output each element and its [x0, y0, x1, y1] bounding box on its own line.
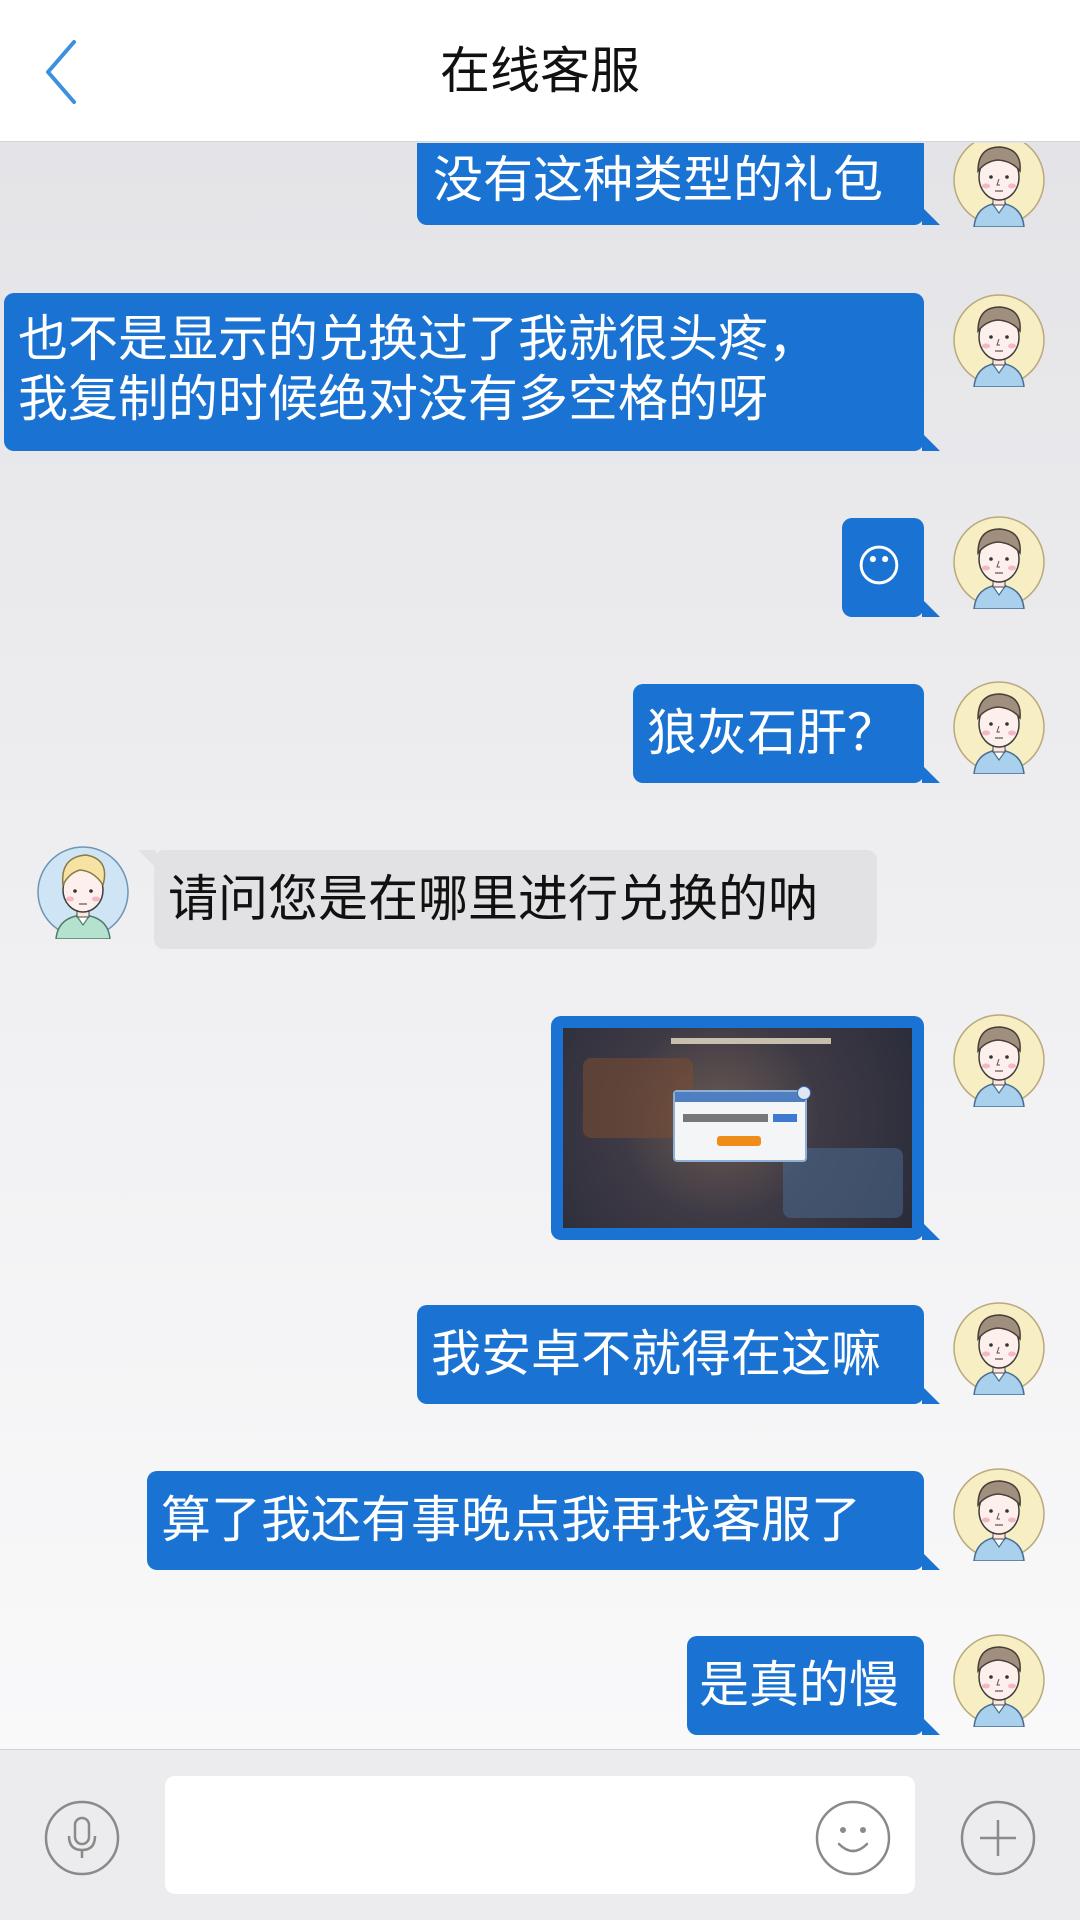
- microphone-icon: [44, 1800, 120, 1876]
- message-bubble-outgoing[interactable]: 狼灰石肝？: [633, 684, 940, 783]
- message-text-line: 我复制的时候绝对没有多空格的呀: [18, 370, 768, 428]
- plus-icon: [960, 1800, 1036, 1876]
- user-avatar[interactable]: [952, 1633, 1046, 1727]
- user-avatar[interactable]: [952, 515, 1046, 609]
- message-text: 请问您是在哪里进行兑换的呐: [168, 870, 818, 928]
- chat-screen: 在线客服 没有这种类型的礼包 也不是显示的兑换过了我就很头疼， 我复制的时候绝对…: [0, 0, 1080, 1920]
- message-bubble-outgoing[interactable]: 😶: [842, 518, 940, 617]
- message-text: 是真的慢: [699, 1656, 899, 1714]
- message-text: 我安卓不就得在这嘛: [431, 1325, 881, 1383]
- agent-avatar[interactable]: [36, 845, 130, 939]
- input-bar: [0, 1749, 1080, 1920]
- user-avatar[interactable]: [952, 293, 1046, 387]
- message-bubble-incoming[interactable]: 请问您是在哪里进行兑换的呐: [138, 850, 877, 949]
- more-button[interactable]: [960, 1800, 1036, 1880]
- message-text-line: 也不是显示的兑换过了我就很头疼，: [18, 310, 818, 368]
- message-list[interactable]: 没有这种类型的礼包 也不是显示的兑换过了我就很头疼， 我复制的时候绝对没有多空格…: [0, 143, 1080, 1749]
- user-avatar[interactable]: [952, 1467, 1046, 1561]
- message-bubble-outgoing[interactable]: 没有这种类型的礼包: [417, 143, 940, 225]
- screenshot-image[interactable]: [563, 1028, 912, 1228]
- message-text: 算了我还有事晚点我再找客服了: [161, 1491, 861, 1549]
- user-avatar[interactable]: [952, 1013, 1046, 1107]
- image-detail: [673, 1086, 811, 1162]
- message-bubble-outgoing[interactable]: 我安卓不就得在这嘛: [417, 1305, 940, 1404]
- message-bubble-outgoing[interactable]: 算了我还有事晚点我再找客服了: [147, 1471, 940, 1570]
- neutral-face-emoji-icon: 😶: [856, 541, 902, 592]
- user-avatar[interactable]: [952, 680, 1046, 774]
- emoji-button[interactable]: [815, 1800, 891, 1880]
- message-input[interactable]: [165, 1776, 915, 1894]
- user-avatar[interactable]: [952, 143, 1046, 227]
- message-bubble-outgoing[interactable]: 是真的慢: [687, 1636, 940, 1735]
- message-text: 狼灰石肝？: [647, 704, 897, 762]
- page-title: 在线客服: [440, 42, 640, 100]
- voice-button[interactable]: [44, 1800, 120, 1880]
- user-avatar[interactable]: [952, 1301, 1046, 1395]
- image-detail: [671, 1038, 831, 1044]
- message-bubble-outgoing[interactable]: 也不是显示的兑换过了我就很头疼， 我复制的时候绝对没有多空格的呀: [4, 293, 940, 451]
- message-bubble-outgoing[interactable]: [551, 1016, 940, 1240]
- smiley-icon: [815, 1800, 891, 1876]
- header-bar: 在线客服: [0, 0, 1080, 142]
- message-text: 没有这种类型的礼包: [433, 151, 883, 209]
